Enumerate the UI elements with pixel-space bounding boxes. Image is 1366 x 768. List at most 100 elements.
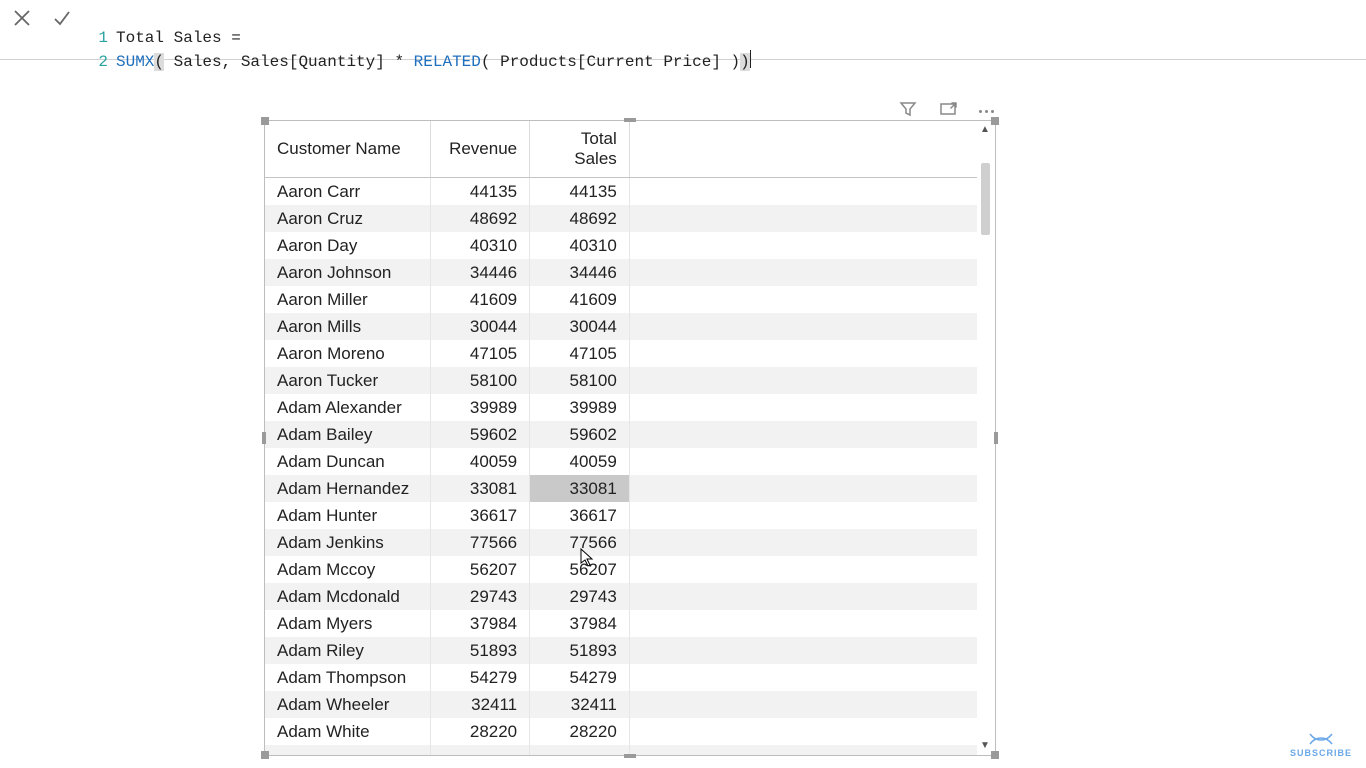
cell-revenue[interactable]: 28220 bbox=[430, 718, 530, 745]
scroll-down-arrow[interactable]: ▼ bbox=[980, 741, 990, 751]
cell-revenue[interactable]: 58100 bbox=[430, 367, 530, 394]
cell-revenue[interactable]: 33081 bbox=[430, 475, 530, 502]
cell-revenue[interactable]: 77566 bbox=[430, 529, 530, 556]
table-row[interactable]: Aaron Tucker5810058100 bbox=[265, 367, 977, 394]
cell-total-sales[interactable]: 54279 bbox=[530, 664, 630, 691]
cell-total-sales[interactable]: 40310 bbox=[530, 232, 630, 259]
cell-revenue[interactable]: 47105 bbox=[430, 340, 530, 367]
cell-total-sales[interactable]: 34446 bbox=[530, 259, 630, 286]
resize-handle[interactable] bbox=[994, 432, 998, 444]
cell-revenue[interactable]: 56207 bbox=[430, 556, 530, 583]
cell-customer-name[interactable]: Aaron Johnson bbox=[265, 259, 430, 286]
cell-customer-name[interactable]: Adam Alexander bbox=[265, 394, 430, 421]
resize-handle[interactable] bbox=[624, 754, 636, 758]
cell-customer-name[interactable]: Adam Thompson bbox=[265, 664, 430, 691]
cell-revenue[interactable]: 40310 bbox=[430, 232, 530, 259]
resize-handle[interactable] bbox=[261, 117, 269, 125]
cell-revenue[interactable]: 32411 bbox=[430, 691, 530, 718]
cell-customer-name[interactable]: Aaron Miller bbox=[265, 286, 430, 313]
cell-total-sales[interactable]: 36617 bbox=[530, 502, 630, 529]
cell-total-sales[interactable]: 56207 bbox=[530, 556, 630, 583]
table-row[interactable]: Adam Hernandez3308133081 bbox=[265, 475, 977, 502]
cell-revenue[interactable]: 54279 bbox=[430, 664, 530, 691]
table-row[interactable]: Adam Mcdonald2974329743 bbox=[265, 583, 977, 610]
cell-revenue[interactable]: 40059 bbox=[430, 448, 530, 475]
table-row[interactable]: Aaron Johnson3444634446 bbox=[265, 259, 977, 286]
table-row[interactable]: Adam Bailey5960259602 bbox=[265, 421, 977, 448]
cell-revenue[interactable]: 37984 bbox=[430, 610, 530, 637]
resize-handle[interactable] bbox=[262, 432, 266, 444]
col-customer-name[interactable]: Customer Name bbox=[265, 121, 430, 178]
resize-handle[interactable] bbox=[991, 117, 999, 125]
cell-customer-name[interactable]: Aaron Moreno bbox=[265, 340, 430, 367]
cell-customer-name[interactable]: Adam Hunter bbox=[265, 502, 430, 529]
table-row[interactable]: Adam Mccoy5620756207 bbox=[265, 556, 977, 583]
table-row[interactable]: Aaron Day4031040310 bbox=[265, 232, 977, 259]
table-row[interactable]: Adam Alexander3998939989 bbox=[265, 394, 977, 421]
cell-revenue[interactable]: 36617 bbox=[430, 502, 530, 529]
table-visual[interactable]: ▲ ▼ Customer Name Revenue Total Sales Aa… bbox=[264, 120, 996, 756]
cell-total-sales[interactable]: 48692 bbox=[530, 205, 630, 232]
cell-customer-name[interactable]: Aaron Carr bbox=[265, 178, 430, 206]
table-row[interactable]: Adam Myers3798437984 bbox=[265, 610, 977, 637]
cell-customer-name[interactable]: Adam Myers bbox=[265, 610, 430, 637]
col-total-sales[interactable]: Total Sales bbox=[530, 121, 630, 178]
cell-customer-name[interactable]: Aaron Cruz bbox=[265, 205, 430, 232]
cell-customer-name[interactable]: Adam White bbox=[265, 718, 430, 745]
commit-formula-button[interactable] bbox=[52, 8, 72, 33]
table-row[interactable]: Aaron Carr4413544135 bbox=[265, 178, 977, 206]
cell-customer-name[interactable]: Adam Hernandez bbox=[265, 475, 430, 502]
cell-revenue[interactable]: 39989 bbox=[430, 394, 530, 421]
cell-total-sales[interactable]: 41609 bbox=[530, 286, 630, 313]
table-row[interactable]: Adam Wheeler3241132411 bbox=[265, 691, 977, 718]
cell-customer-name[interactable]: Adam Duncan bbox=[265, 448, 430, 475]
table-row[interactable]: Adam Riley5189351893 bbox=[265, 637, 977, 664]
cell-total-sales[interactable]: 40059 bbox=[530, 448, 630, 475]
table-row[interactable]: Adam Duncan4005940059 bbox=[265, 448, 977, 475]
cell-total-sales[interactable]: 51893 bbox=[530, 637, 630, 664]
cell-customer-name[interactable]: Adam Jenkins bbox=[265, 529, 430, 556]
cell-revenue[interactable]: 48692 bbox=[430, 205, 530, 232]
cell-total-sales[interactable]: 47105 bbox=[530, 340, 630, 367]
cell-revenue[interactable]: 41609 bbox=[430, 286, 530, 313]
cancel-formula-button[interactable] bbox=[12, 8, 32, 33]
table-row[interactable]: Adam Thompson5427954279 bbox=[265, 664, 977, 691]
cell-total-sales[interactable]: 28220 bbox=[530, 718, 630, 745]
cell-total-sales[interactable]: 59602 bbox=[530, 421, 630, 448]
cell-revenue[interactable]: 44135 bbox=[430, 178, 530, 206]
cell-customer-name[interactable]: Aaron Tucker bbox=[265, 367, 430, 394]
cell-total-sales[interactable]: 77566 bbox=[530, 529, 630, 556]
scroll-thumb[interactable] bbox=[981, 163, 990, 235]
report-canvas[interactable]: ▲ ▼ Customer Name Revenue Total Sales Aa… bbox=[0, 60, 1366, 768]
cell-total-sales[interactable]: 29743 bbox=[530, 583, 630, 610]
cell-customer-name[interactable]: Aaron Mills bbox=[265, 313, 430, 340]
more-options-icon[interactable] bbox=[979, 110, 994, 113]
table-row[interactable]: Adam Jenkins7756677566 bbox=[265, 529, 977, 556]
cell-total-sales[interactable]: 33081 bbox=[530, 475, 630, 502]
table-row[interactable]: Aaron Mills3004430044 bbox=[265, 313, 977, 340]
table-row[interactable]: Adam Hunter3661736617 bbox=[265, 502, 977, 529]
resize-handle[interactable] bbox=[261, 751, 269, 759]
cell-total-sales[interactable]: 58100 bbox=[530, 367, 630, 394]
cell-total-sales[interactable]: 32411 bbox=[530, 691, 630, 718]
cell-total-sales[interactable]: 44135 bbox=[530, 178, 630, 206]
cell-revenue[interactable]: 29743 bbox=[430, 583, 530, 610]
table-row[interactable]: Aaron Miller4160941609 bbox=[265, 286, 977, 313]
cell-customer-name[interactable]: Adam Mccoy bbox=[265, 556, 430, 583]
cell-revenue[interactable]: 34446 bbox=[430, 259, 530, 286]
cell-total-sales[interactable]: 37984 bbox=[530, 610, 630, 637]
resize-handle[interactable] bbox=[624, 118, 636, 122]
cell-customer-name[interactable]: Adam Mcdonald bbox=[265, 583, 430, 610]
cell-revenue[interactable]: 51893 bbox=[430, 637, 530, 664]
cell-customer-name[interactable]: Adam Wheeler bbox=[265, 691, 430, 718]
table-row[interactable]: Aaron Moreno4710547105 bbox=[265, 340, 977, 367]
cell-total-sales[interactable]: 39989 bbox=[530, 394, 630, 421]
resize-handle[interactable] bbox=[991, 751, 999, 759]
table-row[interactable]: Aaron Cruz4869248692 bbox=[265, 205, 977, 232]
cell-revenue[interactable]: 59602 bbox=[430, 421, 530, 448]
cell-revenue[interactable]: 30044 bbox=[430, 313, 530, 340]
table-row[interactable]: Adam White2822028220 bbox=[265, 718, 977, 745]
col-revenue[interactable]: Revenue bbox=[430, 121, 530, 178]
scroll-up-arrow[interactable]: ▲ bbox=[980, 125, 990, 135]
cell-total-sales[interactable]: 30044 bbox=[530, 313, 630, 340]
